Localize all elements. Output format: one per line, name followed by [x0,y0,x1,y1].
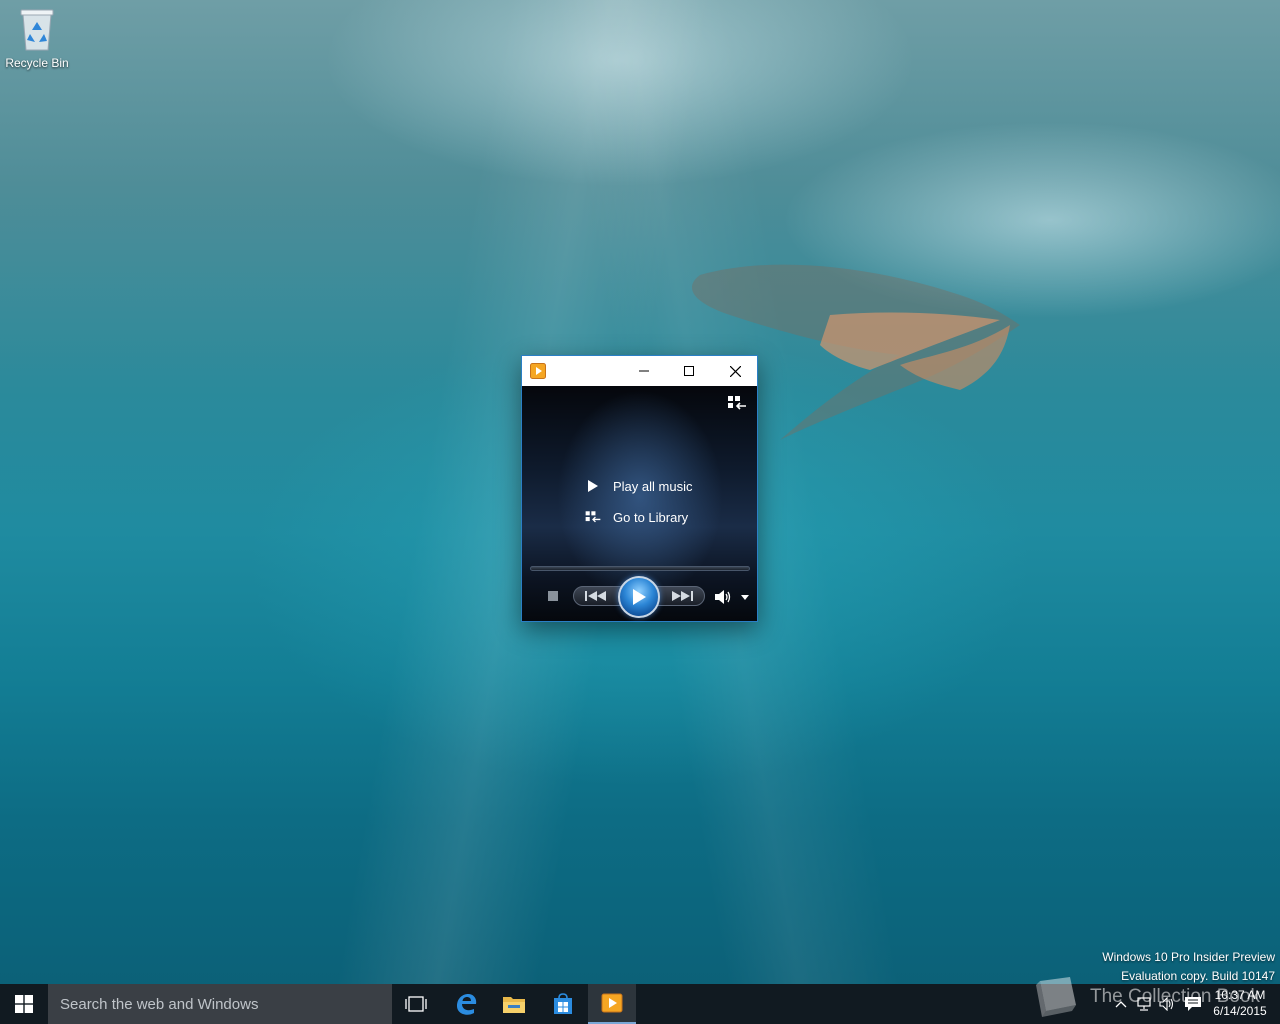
edge-button[interactable] [442,984,490,1024]
media-player-taskbar-button[interactable] [588,984,636,1024]
go-to-library-link[interactable]: Go to Library [584,506,688,528]
clock[interactable]: 10:37 AM 6/14/2015 [1208,987,1272,1019]
clock-date: 6/14/2015 [1213,1004,1267,1018]
windows-logo-icon [15,995,33,1013]
desktop-icon-recycle-bin[interactable]: Recycle Bin [4,6,70,70]
play-icon [584,477,602,495]
previous-icon[interactable] [582,589,610,603]
media-player-window[interactable]: Play all music Go to Library [521,355,758,622]
playback-controls [522,576,757,618]
show-hidden-icons-button[interactable] [1112,984,1130,1024]
task-view-button[interactable] [392,984,440,1024]
recycle-bin-label: Recycle Bin [5,56,69,70]
media-player-icon [601,993,623,1013]
maximize-button[interactable] [666,356,712,386]
store-icon [554,993,572,1014]
action-center-button[interactable] [1182,984,1204,1024]
search-placeholder: Search the web and Windows [60,995,259,1013]
seek-bar[interactable] [530,566,750,571]
next-icon[interactable] [668,589,696,603]
go-to-library-label: Go to Library [613,509,689,525]
minimize-button[interactable] [621,356,667,386]
taskbar: Search the web and Windows The Collectio… [0,977,1280,1024]
network-icon [1137,997,1151,1011]
library-icon [584,508,602,526]
close-button[interactable] [712,356,758,386]
chevron-down-icon[interactable] [740,593,750,601]
action-center-icon [1185,997,1201,1011]
speaker-icon [1159,997,1174,1011]
play-all-music-label: Play all music [613,478,693,494]
recycle-bin-icon [20,9,54,51]
clock-time: 10:37 AM [1214,988,1266,1002]
start-button[interactable] [0,984,48,1024]
network-button[interactable] [1134,984,1154,1024]
play-all-music-link[interactable]: Play all music [584,475,692,497]
file-explorer-button[interactable] [490,984,538,1024]
close-icon [729,365,741,377]
chevron-up-icon [1115,1001,1127,1008]
edge-icon [457,994,477,1015]
book-icon [1036,977,1076,1017]
media-player-icon [530,363,546,379]
watermark-line-1: Windows 10 Pro Insider Preview [1102,950,1275,964]
volume-icon[interactable] [714,589,732,605]
play-button[interactable] [618,576,660,618]
stop-icon[interactable] [547,590,559,602]
play-icon [633,589,646,605]
task-view-icon [405,996,427,1012]
switch-to-library-icon[interactable] [726,394,748,412]
window-title-bar[interactable] [522,356,757,386]
search-box[interactable]: Search the web and Windows [48,984,392,1024]
volume-tray-button[interactable] [1158,984,1178,1024]
store-button[interactable] [539,984,587,1024]
file-explorer-icon [503,997,525,1013]
minimize-icon [639,370,649,372]
now-playing-area: Play all music Go to Library [522,386,757,621]
maximize-icon [684,366,694,376]
